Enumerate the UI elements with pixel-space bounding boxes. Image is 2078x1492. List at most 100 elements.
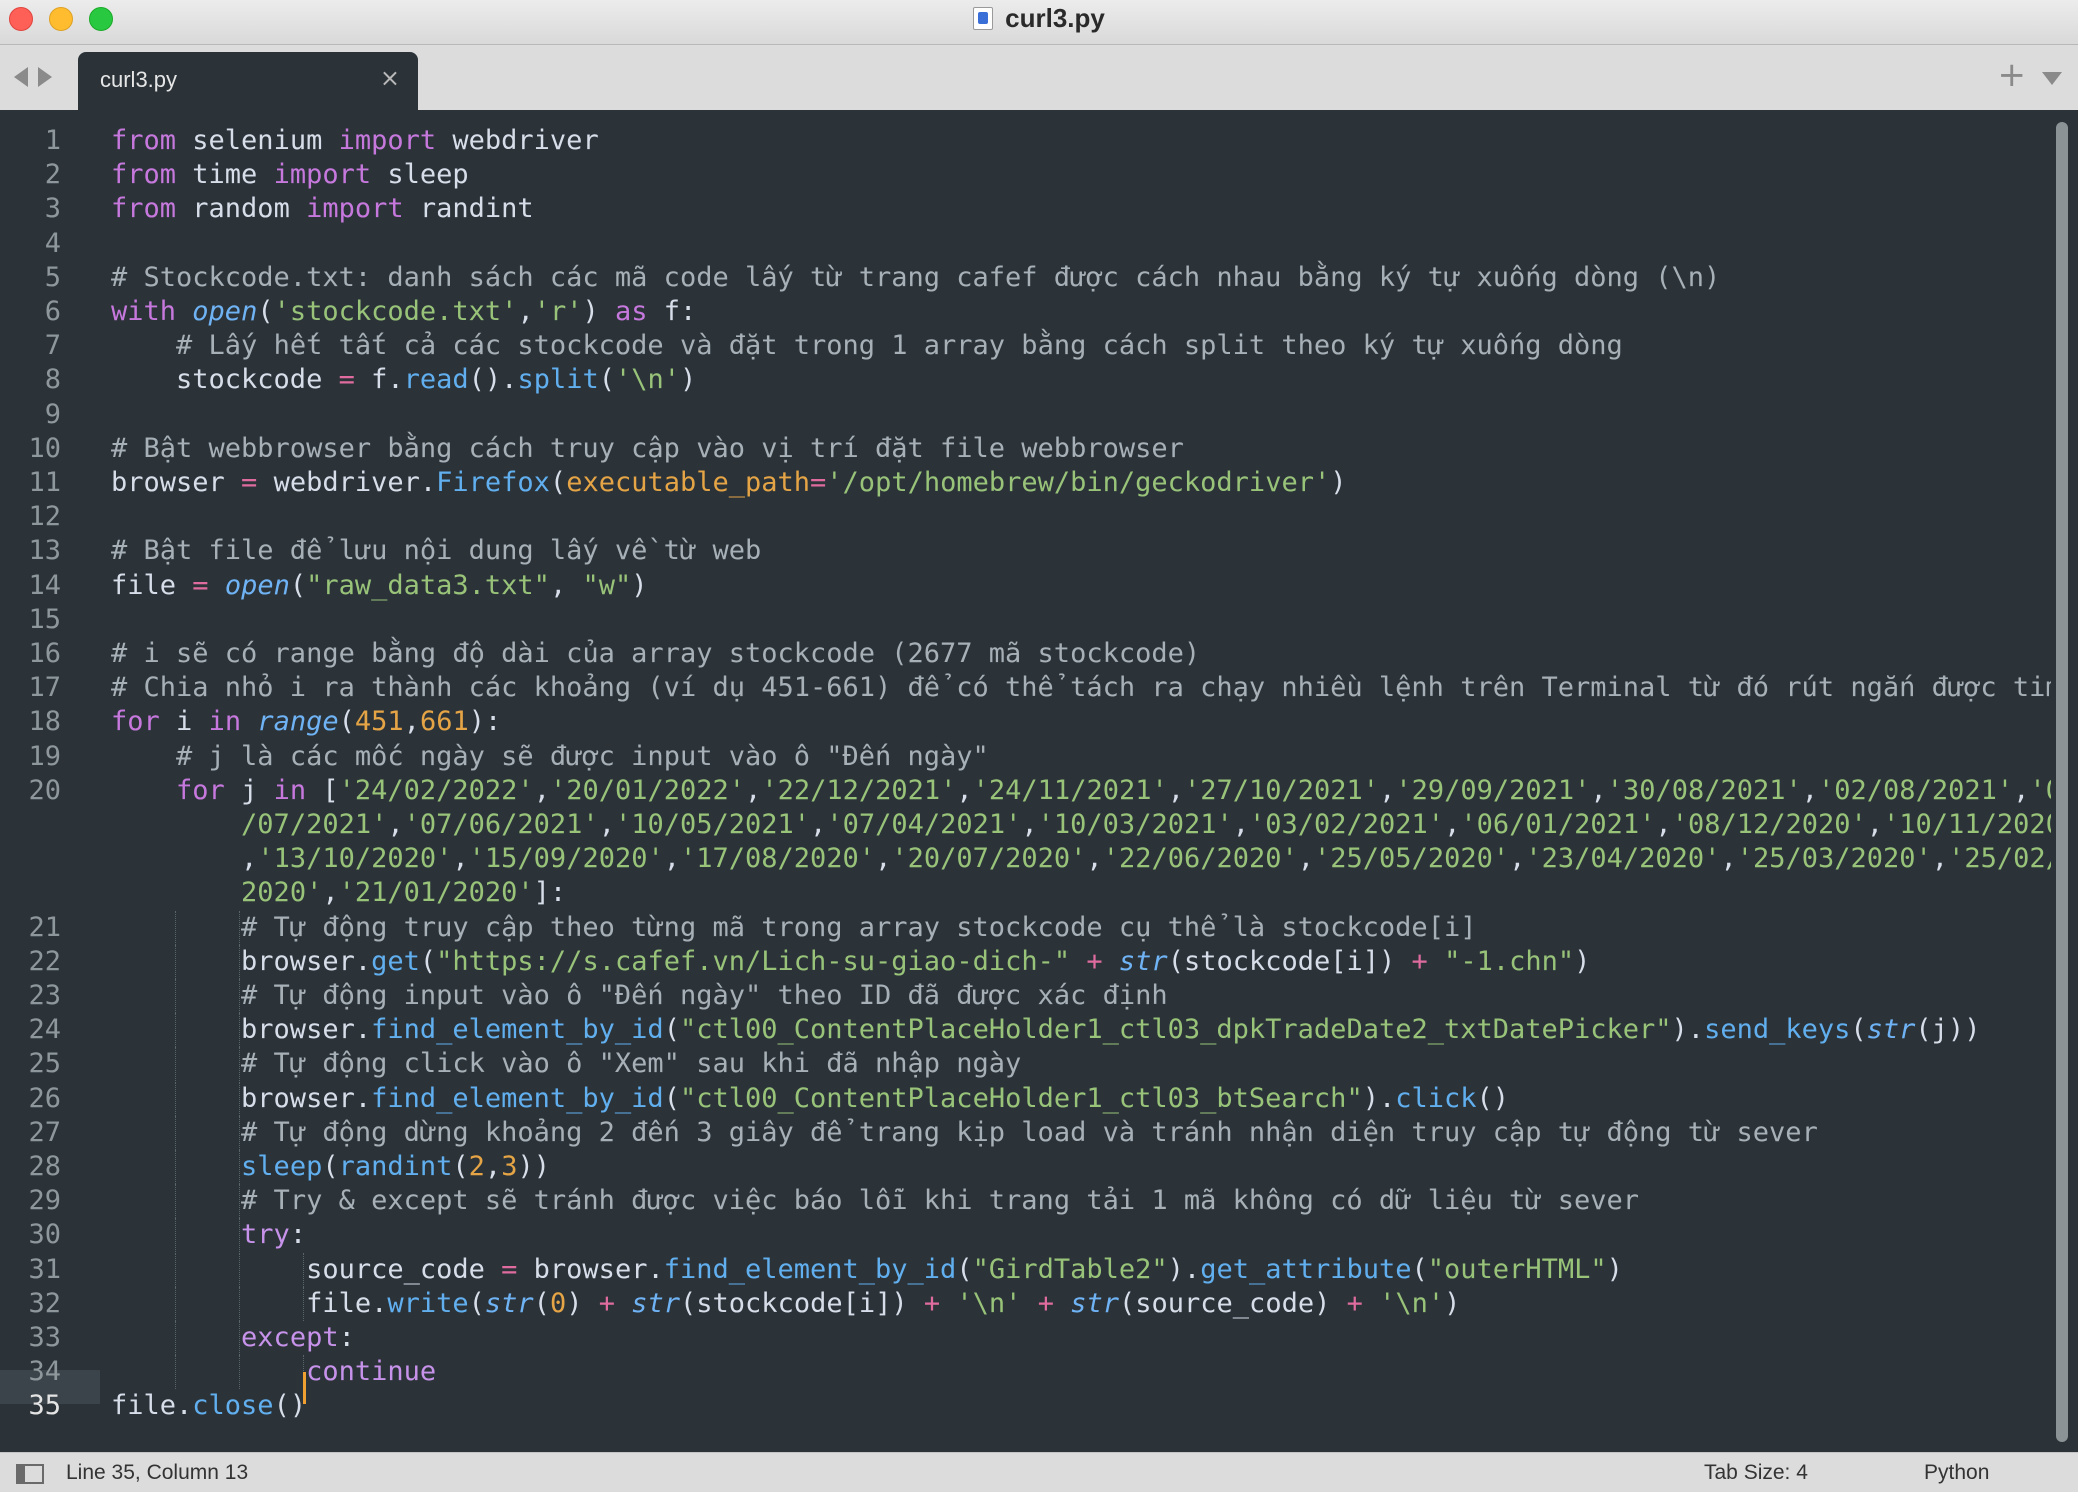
line-number: 4 (44, 227, 61, 259)
code-line[interactable]: # Try & except sẽ tránh được việc báo lỗ… (111, 1184, 1639, 1218)
code-line[interactable]: # i sẽ có range bằng độ dài của array st… (111, 637, 1200, 671)
code-line[interactable]: from random import randint (111, 192, 534, 226)
vertical-scrollbar[interactable] (2056, 122, 2068, 1442)
code-token: str (631, 1287, 681, 1319)
code-line[interactable]: # Chia nhỏ i ra thành các khoảng (ví dụ … (111, 671, 2051, 705)
code-editor[interactable]: 1 2 3 4 5 6 7 8 9 10 11 12 13 14 15 16 17 18 19 20 21 22 23 24 2… (0, 110, 2078, 1452)
code-line[interactable]: for j in ['24/02/2022','20/01/2022','22/… (111, 774, 2051, 808)
code-line[interactable]: browser.get("https://s.cafef.vn/Lich-su-… (111, 945, 1590, 979)
code-line[interactable]: 2020','21/01/2020']: (111, 876, 566, 910)
code-line[interactable]: browser.find_element_by_id("ctl00_Conten… (111, 1013, 1980, 1047)
code-token: , (810, 809, 827, 840)
code-token: # i sẽ có range bằng độ dài của array st… (111, 638, 1201, 669)
code-line[interactable]: # Tự động click vào ô "Xem" sau khi đã n… (111, 1047, 1021, 1081)
tab-size-selector[interactable]: Tab Size: 4 (1704, 1461, 1808, 1485)
code-line[interactable]: continue (111, 1355, 436, 1389)
code-token: executable_path (566, 467, 811, 498)
code-token: )) (517, 1151, 550, 1182)
code-line[interactable]: # Stockcode.txt: danh sách các mã code l… (111, 261, 1720, 295)
code-line[interactable]: # Tự động truy cập theo từng mã trong ar… (111, 911, 1476, 945)
code-line[interactable]: with open('stockcode.txt','r') as f: (111, 295, 696, 329)
code-area[interactable]: from selenium import webdriver from time … (111, 110, 2051, 1452)
code-line[interactable]: /07/2021','07/06/2021','10/05/2021','07/… (111, 808, 2051, 842)
tab-back-arrow-icon[interactable] (14, 67, 28, 87)
tab-forward-arrow-icon[interactable] (38, 67, 52, 87)
tab-bar: curl3.py × + (0, 45, 2078, 110)
code-line[interactable]: file.close() (111, 1389, 306, 1423)
code-line[interactable]: for i in range(451,661): (111, 705, 501, 739)
code-token: randint (403, 193, 534, 225)
code-line[interactable]: # j là các mốc ngày sẽ được input vào ô … (111, 740, 989, 774)
code-line[interactable]: # Bật webbrowser bằng cách truy cập vào … (111, 432, 1184, 466)
line-number: 17 (28, 672, 61, 704)
line-number: 2 (44, 159, 61, 191)
code-line[interactable]: from time import sleep (111, 158, 469, 192)
code-token: , (403, 706, 420, 738)
code-token: , (484, 1151, 502, 1182)
code-token: import (338, 125, 437, 156)
code-line[interactable]: from selenium import webdriver (111, 124, 599, 158)
code-token: , (1655, 809, 1672, 840)
code-token: # Tự động click vào ô "Xem" sau khi đã n… (241, 1048, 1022, 1080)
code-token: , (1379, 774, 1396, 806)
code-line[interactable]: except: (111, 1321, 355, 1355)
code-line[interactable]: file.write(str(0) + str(stockcode[i]) + … (111, 1287, 1460, 1321)
code-token: find_element_by_id (663, 1253, 957, 1285)
code-token: browser. (111, 1082, 372, 1114)
code-line[interactable]: sleep(randint(2,3)) (111, 1150, 550, 1184)
code-line[interactable]: ,'13/10/2020','15/09/2020','17/08/2020',… (111, 842, 2051, 876)
code-line[interactable]: # Tự động dừng khoảng 2 đến 3 giây để tr… (111, 1116, 1818, 1150)
python-file-icon (973, 6, 994, 30)
code-token: ( (1411, 1253, 1428, 1285)
code-line[interactable]: # Lấy hết tất cả các stockcode và đặt tr… (111, 329, 1623, 363)
window-title-wrap: curl3.py (0, 0, 2078, 36)
code-token: # j là các mốc ngày sẽ được input vào ô … (176, 740, 989, 772)
code-token: send_keys (1704, 1014, 1851, 1046)
code-line[interactable]: stockcode = f.read().split('\n') (111, 363, 696, 397)
line-number: 18 (28, 706, 61, 738)
code-token: ( (663, 1014, 680, 1046)
cursor-position-label: Line 35, Column 13 (66, 1461, 249, 1484)
code-token: , (598, 809, 615, 840)
code-token: try (241, 1219, 290, 1251)
line-number: 19 (28, 740, 61, 772)
code-line[interactable]: source_code = browser.find_element_by_id… (111, 1253, 1623, 1287)
line-number: 24 (28, 1014, 61, 1046)
status-bar: Line 35, Column 13 Tab Size: 4 Python (0, 1452, 2078, 1492)
code-token: '\n' (956, 1287, 1022, 1319)
code-token: ): (468, 706, 502, 738)
code-line[interactable]: # Tự động input vào ô "Đến ngày" theo ID… (111, 979, 1168, 1013)
code-token: ). (1362, 1082, 1396, 1114)
code-line[interactable]: browser = webdriver.Firefox(executable_p… (111, 466, 1346, 500)
code-token: = (501, 1253, 518, 1285)
line-number: 30 (28, 1219, 61, 1251)
tab-curl3-py[interactable]: curl3.py × (78, 52, 418, 110)
code-line[interactable]: file = open("raw_data3.txt", "w") (111, 569, 648, 603)
code-token: '06/01/2021' (1460, 809, 1656, 840)
code-line[interactable]: # Bật file để lưu nội dung lấy về từ web (111, 534, 761, 568)
line-number: 28 (28, 1151, 61, 1182)
new-tab-plus-icon[interactable]: + (1998, 55, 2027, 95)
code-token: close (192, 1390, 274, 1422)
code-token: ) (680, 364, 697, 396)
code-token: (). (468, 364, 518, 396)
tab-close-icon[interactable]: × (380, 64, 400, 92)
tab-list-dropdown-icon[interactable] (2042, 72, 2062, 85)
code-token: '25/05/2020' (1314, 843, 1510, 875)
code-line[interactable]: browser.find_element_by_id("ctl00_Conten… (111, 1082, 1509, 1116)
line-number: 12 (28, 501, 61, 533)
syntax-selector[interactable]: Python (1924, 1461, 1989, 1485)
code-token: browser (111, 467, 242, 498)
code-token: '07/04/2021' (826, 809, 1022, 840)
code-line[interactable]: try: (111, 1218, 306, 1252)
sidebar-toggle-icon[interactable] (16, 1464, 44, 1484)
code-token: range (257, 706, 339, 738)
code-token: "https://s.cafef.vn/Lich-su-giao-dich-" (436, 945, 1071, 977)
